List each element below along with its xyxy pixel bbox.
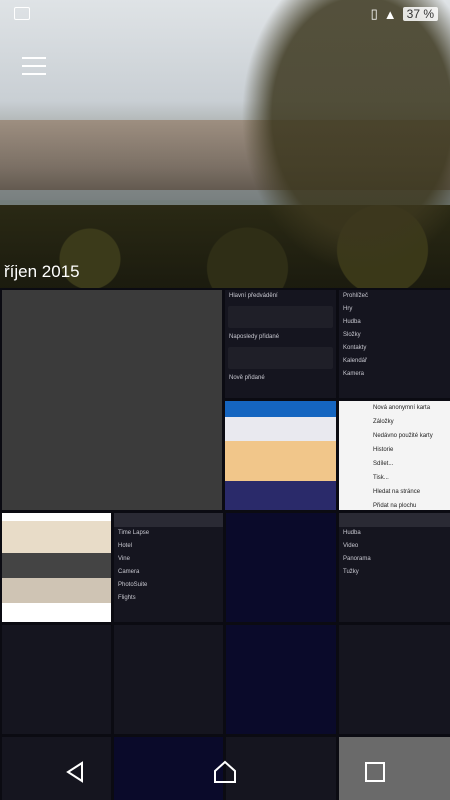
menu-item: Nová anonymní karta (373, 405, 431, 411)
browser-menu: Nová anonymní karta Záložky Nedávno použ… (339, 401, 450, 510)
thumbnail-text: Video (343, 543, 359, 549)
thumbnail-text: PhotoSuite (118, 582, 148, 588)
home-button[interactable] (195, 752, 255, 792)
thumbnail-screenshot-apps[interactable]: Prohlížeč Hry Hudba Složky Kontakty Kale… (339, 290, 450, 398)
menu-icon[interactable] (22, 57, 46, 75)
thumbnail-screenshot-quick-settings[interactable] (114, 625, 223, 734)
thumbnail-text: Prohlížeč (343, 293, 369, 299)
back-button[interactable] (45, 752, 105, 792)
thumbnail-text: Tužky (343, 569, 359, 575)
thumbnail-text: Kalendář (343, 358, 368, 364)
menu-item: Sdílet... (373, 461, 394, 467)
thumbnail-dark-blue[interactable] (226, 513, 336, 622)
menu-item: Historie (373, 447, 394, 453)
menu-item: Přidat na plochu (373, 503, 417, 509)
recents-icon (365, 762, 385, 782)
thumbnail-text: Kontakty (343, 345, 367, 351)
thumbnail-screenshot-list[interactable] (339, 625, 450, 734)
thumbnail-text: Vine (118, 556, 130, 562)
thumbnail-text: Panorama (343, 556, 371, 562)
battery-indicator: 37 % (402, 7, 438, 21)
back-icon (66, 761, 83, 783)
thumbnail-gray[interactable] (2, 290, 222, 510)
thumbnail-header (114, 513, 223, 527)
signal-icon: ▲ (383, 6, 397, 22)
thumbnail-screenshot-news[interactable] (225, 401, 336, 510)
thumbnail-screenshot-htc[interactable] (2, 513, 111, 622)
thumbnail-text: Hudba (343, 530, 361, 536)
thumbnail-text: Hry (343, 306, 353, 312)
thumbnail-text: Hudba (343, 319, 361, 325)
album-title: říjen 2015 (4, 262, 80, 281)
thumbnail-dark-blue[interactable] (226, 625, 336, 734)
menu-item: Záložky (373, 419, 394, 425)
thumbnail-text: Hotel (118, 543, 133, 549)
tree-foreground (230, 0, 450, 288)
thumbnail-text: Kamera (343, 371, 365, 377)
thumbnail-text: Nově přidané (229, 375, 265, 381)
thumbnail-grid: Hlavní předvádění Naposledy přidané Nově… (0, 288, 450, 800)
thumbnail-screenshot-toggles[interactable] (2, 625, 111, 734)
navigation-bar (0, 744, 450, 800)
status-bar: ▯ ▲ 37 % (0, 0, 450, 28)
thumbnail-text: Složky (343, 332, 361, 338)
thumbnail-screenshot-settings[interactable]: Hlavní předvádění Naposledy přidané Nově… (225, 290, 336, 398)
home-icon (214, 760, 236, 783)
thumbnail-header (339, 513, 450, 527)
thumbnail-screenshot-browser-menu[interactable]: Nová anonymní karta Záložky Nedávno použ… (339, 401, 450, 510)
thumbnail-text: Camera (118, 569, 140, 575)
thumbnail-screenshot-app-grid[interactable]: Time Lapse Hotel Vine Camera PhotoSuite … (114, 513, 223, 622)
thumbnail-screenshot-widgets[interactable]: Hudba Video Panorama Tužky (339, 513, 450, 622)
image-notification-icon (14, 7, 30, 20)
menu-item: Hledat na stránce (373, 489, 421, 495)
menu-item: Tisk... (373, 475, 389, 481)
thumbnail-text: Naposledy přidané (229, 334, 280, 340)
recents-button[interactable] (345, 752, 405, 792)
thumbnail-card (228, 306, 333, 328)
thumbnail-text: Hlavní předvádění (229, 293, 278, 299)
thumbnail-card (228, 347, 333, 369)
thumbnail-text: Time Lapse (118, 530, 150, 536)
thumbnail-text: Flights (118, 595, 136, 601)
vibrate-icon: ▯ (370, 6, 378, 21)
album-cover-photo[interactable]: ▯ ▲ 37 % říjen 2015 (0, 0, 450, 288)
menu-item: Nedávno použité karty (373, 433, 433, 439)
